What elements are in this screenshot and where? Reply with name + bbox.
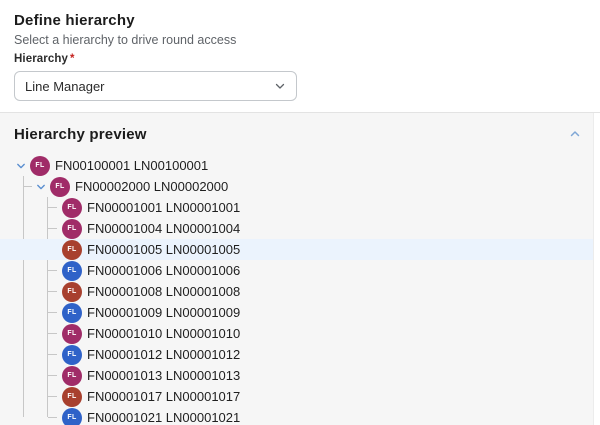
hierarchy-tree: FL FN00100001 LN00100001 FL FN00002000 LN00… xyxy=(0,155,593,425)
hierarchy-select[interactable]: Line Manager xyxy=(14,71,297,101)
hierarchy-preview-section: Hierarchy preview FL FN00100001 LN0010000… xyxy=(0,113,600,425)
tree-row[interactable]: FL FN00001006 LN00001006 xyxy=(0,260,593,281)
avatar: FL xyxy=(62,240,82,260)
required-asterisk: * xyxy=(70,53,75,65)
avatar: FL xyxy=(62,282,82,302)
tree-node-label: FN00001004 LN00001004 xyxy=(87,221,240,236)
chevron-down-icon[interactable] xyxy=(34,180,48,194)
tree-row[interactable]: FL FN00001008 LN00001008 xyxy=(0,281,593,302)
tree-node-label: FN00001006 LN00001006 xyxy=(87,263,240,278)
tree-row[interactable]: FL FN00001013 LN00001013 xyxy=(0,365,593,386)
tree-row[interactable]: FL FN00001010 LN00001010 xyxy=(0,323,593,344)
hierarchy-field-label-text: Hierarchy xyxy=(14,53,68,65)
avatar: FL xyxy=(62,345,82,365)
tree-node-label: FN00100001 LN00100001 xyxy=(55,158,208,173)
tree-node-label: FN00001001 LN00001001 xyxy=(87,200,240,215)
tree-node-label: FN00002000 LN00002000 xyxy=(75,179,228,194)
avatar: FL xyxy=(62,303,82,323)
tree-row[interactable]: FL FN00001004 LN00001004 xyxy=(0,218,593,239)
tree-row[interactable]: FL FN00001021 LN00001021 xyxy=(0,407,593,425)
chevron-down-icon xyxy=(274,80,286,92)
tree-row[interactable]: FL FN00001001 LN00001001 xyxy=(0,197,593,218)
tree-node-label: FN00001008 LN00001008 xyxy=(87,284,240,299)
tree-row[interactable]: FL FN00100001 LN00100001 xyxy=(0,155,593,176)
tree-node-label: FN00001012 LN00001012 xyxy=(87,347,240,362)
chevron-up-icon[interactable] xyxy=(568,127,582,141)
avatar: FL xyxy=(62,261,82,281)
define-hierarchy-section: Define hierarchy Select a hierarchy to d… xyxy=(0,0,600,101)
tree-node-label: FN00001013 LN00001013 xyxy=(87,368,240,383)
avatar: FL xyxy=(62,219,82,239)
avatar: FL xyxy=(62,366,82,386)
tree-row[interactable]: FL FN00001005 LN00001005 xyxy=(0,239,593,260)
page-title: Define hierarchy xyxy=(14,11,584,30)
tree-node-label: FN00001017 LN00001017 xyxy=(87,389,240,404)
tree-row[interactable]: FL FN00001017 LN00001017 xyxy=(0,386,593,407)
chevron-down-icon[interactable] xyxy=(14,159,28,173)
tree-row[interactable]: FL FN00001009 LN00001009 xyxy=(0,302,593,323)
preview-header: Hierarchy preview xyxy=(0,113,600,144)
avatar: FL xyxy=(50,177,70,197)
hierarchy-select-value: Line Manager xyxy=(25,79,105,94)
page-subtitle: Select a hierarchy to drive round access xyxy=(14,32,584,48)
avatar: FL xyxy=(62,408,82,425)
tree-node-label: FN00001021 LN00001021 xyxy=(87,410,240,425)
tree-node-label: FN00001009 LN00001009 xyxy=(87,305,240,320)
avatar: FL xyxy=(62,324,82,344)
hierarchy-field-label: Hierarchy* xyxy=(14,52,584,66)
preview-title: Hierarchy preview xyxy=(14,125,147,144)
scrollbar-track[interactable] xyxy=(593,113,600,425)
avatar: FL xyxy=(62,387,82,407)
tree-row[interactable]: FL FN00002000 LN00002000 xyxy=(0,176,593,197)
avatar: FL xyxy=(62,198,82,218)
tree-node-label: FN00001010 LN00001010 xyxy=(87,326,240,341)
avatar: FL xyxy=(30,156,50,176)
tree-row[interactable]: FL FN00001012 LN00001012 xyxy=(0,344,593,365)
tree-node-label: FN00001005 LN00001005 xyxy=(87,242,240,257)
